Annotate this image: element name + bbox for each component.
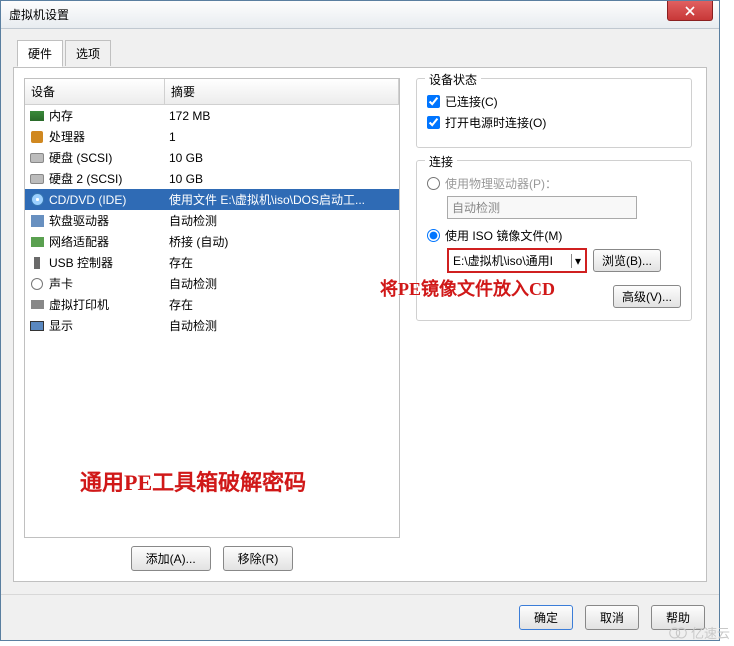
annotation-cd-note: 将PE镜像文件放入CD	[380, 275, 555, 301]
table-row[interactable]: 硬盘 (SCSI)10 GB	[25, 147, 399, 168]
use-physical-radio[interactable]	[427, 177, 440, 190]
device-summary: 存在	[169, 254, 395, 271]
device-summary: 存在	[169, 296, 395, 313]
physical-drive-combo[interactable]: 自动检测	[447, 196, 637, 219]
watermark: 亿速云	[667, 623, 730, 642]
use-physical-row[interactable]: 使用物理驱动器(P)：	[427, 175, 681, 192]
hdd-icon	[29, 171, 45, 187]
device-name: USB 控制器	[49, 254, 169, 271]
table-row[interactable]: 内存172 MB	[25, 105, 399, 126]
window-title: 虚拟机设置	[9, 6, 69, 23]
device-summary: 10 GB	[169, 172, 395, 186]
device-summary: 172 MB	[169, 109, 395, 123]
device-summary: 1	[169, 130, 395, 144]
table-row[interactable]: 处理器1	[25, 126, 399, 147]
dialog-footer: 确定 取消 帮助	[1, 594, 719, 640]
device-summary: 桥接 (自动)	[169, 233, 395, 250]
device-summary: 自动检测	[169, 317, 395, 334]
device-name: 内存	[49, 107, 169, 124]
watermark-text: 亿速云	[691, 623, 730, 642]
display-icon	[29, 318, 45, 334]
device-table-header: 设备 摘要	[25, 79, 399, 105]
cancel-button[interactable]: 取消	[585, 605, 639, 630]
watermark-icon	[667, 626, 689, 640]
iso-path-value: E:\虚拟机\iso\通用I	[453, 252, 571, 269]
device-name: 网络适配器	[49, 233, 169, 250]
header-device[interactable]: 设备	[25, 79, 165, 104]
device-name: 处理器	[49, 128, 169, 145]
cpu-icon	[29, 129, 45, 145]
network-icon	[29, 234, 45, 250]
table-row[interactable]: 软盘驱动器自动检测	[25, 210, 399, 231]
tab-hardware[interactable]: 硬件	[17, 40, 63, 67]
device-detail-pane: 设备状态 已连接(C) 打开电源时连接(O) 连接	[416, 78, 696, 571]
device-status-title: 设备状态	[425, 71, 481, 88]
connect-on-power-label: 打开电源时连接(O)	[445, 114, 546, 131]
titlebar: 虚拟机设置	[1, 1, 719, 29]
browse-button[interactable]: 浏览(B)...	[593, 249, 661, 272]
connected-checkbox[interactable]	[427, 95, 440, 108]
use-iso-radio[interactable]	[427, 229, 440, 242]
table-row[interactable]: 网络适配器桥接 (自动)	[25, 231, 399, 252]
hdd-icon	[29, 150, 45, 166]
connect-on-power-row[interactable]: 打开电源时连接(O)	[427, 114, 681, 131]
chevron-down-icon[interactable]: ▾	[571, 254, 581, 268]
device-name: 声卡	[49, 275, 169, 292]
device-summary: 自动检测	[169, 275, 395, 292]
device-name: 硬盘 2 (SCSI)	[49, 170, 169, 187]
close-icon	[685, 6, 695, 16]
connected-checkbox-row[interactable]: 已连接(C)	[427, 93, 681, 110]
use-physical-label: 使用物理驱动器(P)：	[445, 175, 557, 192]
physical-drive-value: 自动检测	[452, 201, 500, 215]
ok-button[interactable]: 确定	[519, 605, 573, 630]
device-name: 软盘驱动器	[49, 212, 169, 229]
close-button[interactable]	[667, 1, 713, 21]
memory-icon	[29, 108, 45, 124]
printer-icon	[29, 297, 45, 313]
tab-list: 硬件 选项	[17, 40, 707, 66]
connection-title: 连接	[425, 153, 457, 170]
device-status-group: 设备状态 已连接(C) 打开电源时连接(O)	[416, 78, 692, 148]
add-button[interactable]: 添加(A)...	[131, 546, 211, 571]
device-name: 虚拟打印机	[49, 296, 169, 313]
table-row[interactable]: 硬盘 2 (SCSI)10 GB	[25, 168, 399, 189]
device-table-body: 内存172 MB处理器1硬盘 (SCSI)10 GB硬盘 2 (SCSI)10 …	[25, 105, 399, 336]
dialog-content: 硬件 选项 设备 摘要 内存172 MB处理器1硬盘 (SCSI)10 GB硬盘…	[1, 29, 719, 594]
device-summary: 使用文件 E:\虚拟机\iso\DOS启动工...	[169, 191, 395, 208]
header-summary[interactable]: 摘要	[165, 79, 399, 104]
device-list-pane: 设备 摘要 内存172 MB处理器1硬盘 (SCSI)10 GB硬盘 2 (SC…	[24, 78, 400, 571]
tab-options[interactable]: 选项	[65, 40, 111, 66]
cd-icon	[29, 192, 45, 208]
connect-on-power-checkbox[interactable]	[427, 116, 440, 129]
table-row[interactable]: 显示自动检测	[25, 315, 399, 336]
use-iso-label: 使用 ISO 镜像文件(M)	[445, 227, 562, 244]
table-row[interactable]: 声卡自动检测	[25, 273, 399, 294]
iso-path-combo[interactable]: E:\虚拟机\iso\通用I ▾	[447, 248, 587, 273]
advanced-button[interactable]: 高级(V)...	[613, 285, 681, 308]
device-name: 硬盘 (SCSI)	[49, 149, 169, 166]
use-iso-row[interactable]: 使用 ISO 镜像文件(M)	[427, 227, 681, 244]
device-summary: 自动检测	[169, 212, 395, 229]
connected-label: 已连接(C)	[445, 93, 498, 110]
device-name: 显示	[49, 317, 169, 334]
device-summary: 10 GB	[169, 151, 395, 165]
table-row[interactable]: CD/DVD (IDE)使用文件 E:\虚拟机\iso\DOS启动工...	[25, 189, 399, 210]
table-row[interactable]: USB 控制器存在	[25, 252, 399, 273]
usb-icon	[29, 255, 45, 271]
tab-panel: 设备 摘要 内存172 MB处理器1硬盘 (SCSI)10 GB硬盘 2 (SC…	[13, 67, 707, 582]
floppy-icon	[29, 213, 45, 229]
vm-settings-window: 虚拟机设置 硬件 选项 设备 摘要 内存172 MB处理器1硬盘 (SCSI)1…	[0, 0, 720, 641]
sound-icon	[29, 276, 45, 292]
device-buttons: 添加(A)... 移除(R)	[24, 546, 400, 571]
device-name: CD/DVD (IDE)	[49, 193, 169, 207]
table-row[interactable]: 虚拟打印机存在	[25, 294, 399, 315]
remove-button[interactable]: 移除(R)	[223, 546, 294, 571]
annotation-main-note: 通用PE工具箱破解密码	[80, 465, 306, 497]
